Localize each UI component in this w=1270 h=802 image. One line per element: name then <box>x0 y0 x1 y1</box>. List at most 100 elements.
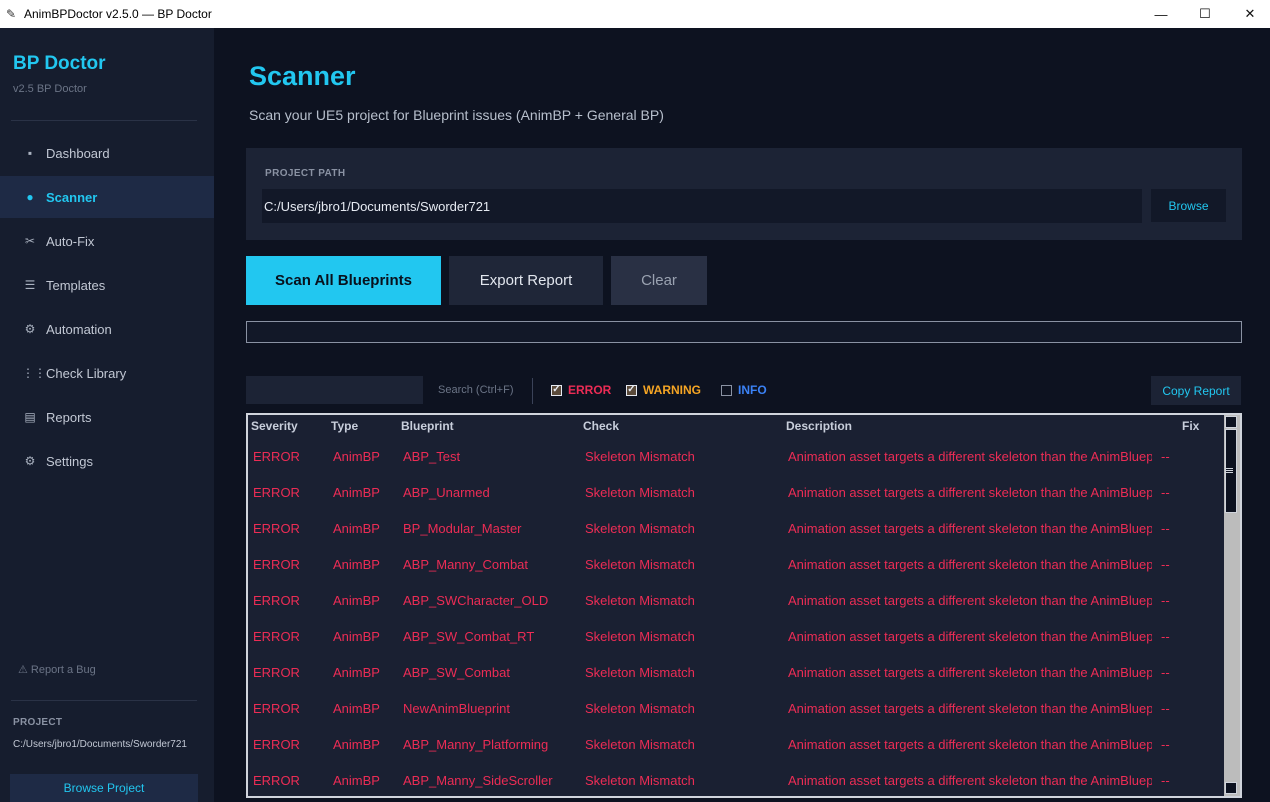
description-cell: Animation asset targets a different skel… <box>788 521 1152 536</box>
sidebar-item-check-library[interactable]: ⋮⋮ Check Library <box>0 352 214 394</box>
search-input[interactable] <box>246 376 423 404</box>
check-cell: Skeleton Mismatch <box>585 629 695 644</box>
document-icon: ▤ <box>24 410 36 424</box>
dashboard-icon: ▪ <box>27 146 33 160</box>
sidebar-item-auto-fix[interactable]: ✂ Auto-Fix <box>0 220 214 262</box>
browse-button[interactable]: Browse <box>1151 189 1226 222</box>
table-row[interactable]: ERROR AnimBP ABP_Manny_Platforming Skeleton… <box>248 725 1226 761</box>
severity-cell: ERROR <box>253 665 300 680</box>
description-cell: Animation asset targets a different skel… <box>788 665 1152 680</box>
column-header-type[interactable]: Type <box>331 419 358 433</box>
sidebar-item-label: Settings <box>46 453 93 469</box>
list-icon: ☰ <box>24 278 36 292</box>
close-button[interactable]: ✕ <box>1227 0 1270 28</box>
scroll-down-arrow[interactable] <box>1225 782 1237 794</box>
column-header-description[interactable]: Description <box>786 419 852 433</box>
copy-report-button[interactable]: Copy Report <box>1151 376 1241 405</box>
page-title: Scanner <box>249 61 356 91</box>
sidebar-item-scanner[interactable]: ● Scanner <box>0 176 214 218</box>
scan-progress-bar <box>246 321 1242 343</box>
info-checkbox[interactable] <box>721 384 732 396</box>
check-cell: Skeleton Mismatch <box>585 737 695 752</box>
check-cell: Skeleton Mismatch <box>585 593 695 608</box>
severity-cell: ERROR <box>253 485 300 500</box>
sidebar-divider <box>11 120 197 121</box>
column-header-severity[interactable]: Severity <box>251 419 298 433</box>
severity-cell: ERROR <box>253 593 300 608</box>
table-row[interactable]: ERROR AnimBP ABP_Test Skeleton Mismatch Anim… <box>248 437 1226 473</box>
sidebar-item-label: Auto-Fix <box>46 233 95 249</box>
blueprint-cell: ABP_Manny_Combat <box>403 557 529 572</box>
scroll-thumb[interactable] <box>1225 429 1237 513</box>
table-row[interactable]: ERROR AnimBP ABP_Manny_Combat Skeleton Mism… <box>248 545 1226 581</box>
type-cell: AnimBP <box>333 485 380 500</box>
fix-cell: -- <box>1161 701 1170 716</box>
type-cell: AnimBP <box>333 593 380 608</box>
sidebar-item-reports[interactable]: ▤ Reports <box>0 396 214 438</box>
warning-checkbox[interactable]: ✓ <box>626 384 637 396</box>
minimize-button[interactable]: — <box>1138 0 1184 28</box>
table-row[interactable]: ERROR AnimBP ABP_Manny_SideScroller Skeleto… <box>248 761 1226 796</box>
table-row[interactable]: ERROR AnimBP ABP_SW_Combat_RT Skeleton Mism… <box>248 617 1226 653</box>
severity-cell: ERROR <box>253 557 300 572</box>
scroll-grip <box>1225 472 1233 473</box>
check-cell: Skeleton Mismatch <box>585 557 695 572</box>
table-row[interactable]: ERROR AnimBP BP_Modular_Master Skeleton Mis… <box>248 509 1226 545</box>
blueprint-cell: ABP_SW_Combat_RT <box>403 629 535 644</box>
description-cell: Animation asset targets a different skel… <box>788 485 1152 500</box>
blueprint-cell: ABP_SWCharacter_OLD <box>403 593 549 608</box>
sidebar-item-automation[interactable]: ⚙ Automation <box>0 308 214 350</box>
gear-icon: ⚙ <box>24 322 36 336</box>
scanner-icon: ● <box>26 190 34 204</box>
sidebar-divider <box>11 700 197 701</box>
error-checkbox[interactable]: ✓ <box>551 384 562 396</box>
description-cell: Animation asset targets a different skel… <box>788 701 1152 716</box>
severity-cell: ERROR <box>253 521 300 536</box>
description-cell: Animation asset targets a different skel… <box>788 593 1152 608</box>
severity-cell: ERROR <box>253 773 300 788</box>
maximize-button[interactable]: ☐ <box>1182 0 1228 28</box>
description-cell: Animation asset targets a different skel… <box>788 629 1152 644</box>
severity-cell: ERROR <box>253 629 300 644</box>
report-bug-link[interactable]: ⚠ Report a Bug <box>18 663 96 676</box>
table-row[interactable]: ERROR AnimBP ABP_SWCharacter_OLD Skeleton M… <box>248 581 1226 617</box>
project-path: C:/Users/jbro1/Documents/Sworder721 <box>13 739 187 750</box>
fix-cell: -- <box>1161 521 1170 536</box>
table-row[interactable]: ERROR AnimBP ABP_Unarmed Skeleton Mismatch A… <box>248 473 1226 509</box>
sidebar-item-label: Scanner <box>46 189 98 205</box>
fix-cell: -- <box>1161 449 1170 464</box>
column-header-blueprint[interactable]: Blueprint <box>401 419 454 433</box>
scan-all-blueprints-button[interactable]: Scan All Blueprints <box>246 256 441 305</box>
project-path-input[interactable] <box>262 189 1142 223</box>
warning-filter-label: WARNING <box>643 383 701 397</box>
table-row[interactable]: ERROR AnimBP NewAnimBlueprint Skeleton Mism… <box>248 689 1226 725</box>
filter-info[interactable]: INFO <box>721 383 767 397</box>
type-cell: AnimBP <box>333 629 380 644</box>
browse-project-button[interactable]: Browse Project <box>10 774 198 802</box>
sidebar-item-label: Automation <box>46 321 112 337</box>
export-report-button[interactable]: Export Report <box>449 256 603 305</box>
description-cell: Animation asset targets a different skel… <box>788 773 1152 788</box>
sidebar-item-label: Reports <box>46 409 92 425</box>
sidebar: BP Doctor v2.5 BP Doctor ▪ Dashboard ● S… <box>0 28 214 802</box>
blueprint-cell: ABP_Manny_SideScroller <box>403 773 553 788</box>
filter-divider <box>532 378 533 404</box>
check-cell: Skeleton Mismatch <box>585 665 695 680</box>
column-header-fix[interactable]: Fix <box>1182 419 1199 433</box>
sidebar-item-templates[interactable]: ☰ Templates <box>0 264 214 306</box>
fix-cell: -- <box>1161 593 1170 608</box>
sidebar-item-settings[interactable]: ⚙ Settings <box>0 440 214 482</box>
table-row[interactable]: ERROR AnimBP ABP_SW_Combat Skeleton Mismatc… <box>248 653 1226 689</box>
type-cell: AnimBP <box>333 449 380 464</box>
filter-error[interactable]: ✓ ERROR <box>551 383 611 397</box>
table-scrollbar[interactable] <box>1224 415 1240 796</box>
scroll-up-arrow[interactable] <box>1225 416 1237 428</box>
clear-button[interactable]: Clear <box>611 256 707 305</box>
project-path-label: PROJECT PATH <box>265 168 346 179</box>
filter-warning[interactable]: ✓ WARNING <box>626 383 701 397</box>
type-cell: AnimBP <box>333 701 380 716</box>
column-header-check[interactable]: Check <box>583 419 619 433</box>
sidebar-item-dashboard[interactable]: ▪ Dashboard <box>0 132 214 174</box>
page-subtitle: Scan your UE5 project for Blueprint issu… <box>249 107 664 123</box>
blueprint-cell: ABP_Test <box>403 449 461 464</box>
